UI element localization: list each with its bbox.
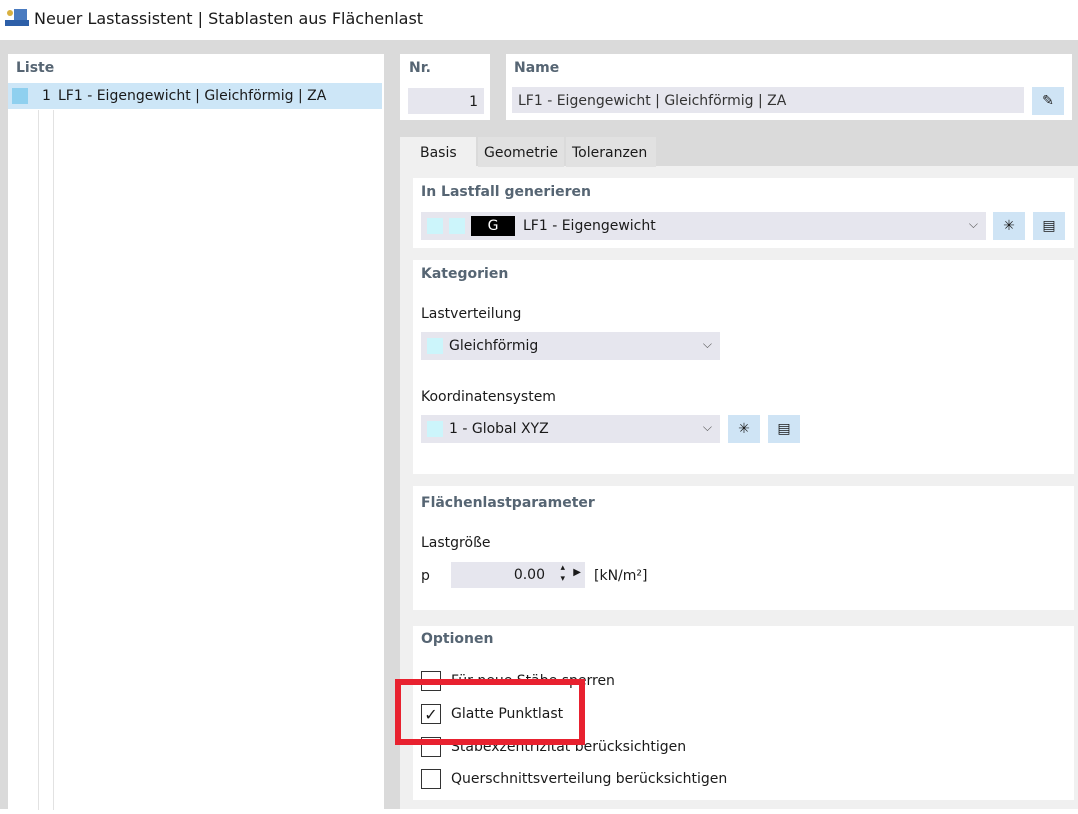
- load-case-value: LF1 - Eigengewicht: [523, 218, 656, 234]
- load-unit: [kN/m²]: [594, 568, 648, 584]
- list-item[interactable]: 1 LF1 - Eigengewicht | Gleichförmig | ZA: [8, 83, 382, 109]
- edit-name-button[interactable]: ✎: [1032, 87, 1064, 115]
- load-value-input[interactable]: 0.00 ▴ ▾ ▶: [451, 562, 585, 588]
- tree-line: [38, 110, 39, 810]
- checkbox[interactable]: [421, 769, 441, 789]
- load-case-dropdown[interactable]: G LF1 - Eigengewicht ⌵: [421, 212, 986, 240]
- edit-coord-button[interactable]: ▤: [768, 415, 800, 443]
- area-load-header: Flächenlastparameter: [421, 495, 595, 511]
- app-icon: [5, 8, 29, 28]
- color-swatch: [427, 421, 443, 437]
- edit-load-case-button[interactable]: ▤: [1033, 212, 1065, 240]
- chevron-down-icon: ⌵: [968, 217, 978, 231]
- action-type-badge: G: [471, 216, 515, 236]
- name-box: Name LF1 - Eigengewicht | Gleichförmig |…: [506, 54, 1072, 120]
- tab-basis[interactable]: Basis: [400, 137, 476, 167]
- distribution-value: Gleichförmig: [449, 338, 539, 354]
- chevron-down-icon: ⌵: [702, 420, 712, 434]
- option-label: Querschnittsverteilung berücksichtigen: [451, 771, 728, 787]
- list-item-number: 1: [42, 88, 51, 104]
- color-swatch: [449, 218, 465, 234]
- coord-dropdown[interactable]: 1 - Global XYZ ⌵: [421, 415, 720, 443]
- load-size-label: Lastgröße: [421, 535, 491, 551]
- categories-header: Kategorien: [421, 266, 509, 282]
- name-label: Name: [514, 60, 560, 76]
- new-icon: ✳: [1003, 218, 1015, 234]
- edit-icon: ✎: [1042, 93, 1054, 109]
- categories-section: Kategorien Lastverteilung Gleichförmig ⌵…: [413, 260, 1074, 474]
- highlight-box: [395, 679, 585, 745]
- tab-toleranzen[interactable]: Toleranzen: [566, 137, 656, 167]
- arrow-right-icon[interactable]: ▶: [573, 567, 581, 578]
- option-section-distribution[interactable]: Querschnittsverteilung berücksichtigen: [421, 769, 727, 789]
- color-swatch: [427, 338, 443, 354]
- window-title: Neuer Lastassistent | Stablasten aus Flä…: [34, 9, 424, 28]
- list-panel: [8, 54, 384, 814]
- edit-icon: ▤: [1042, 218, 1056, 234]
- list-item-label: LF1 - Eigengewicht | Gleichförmig | ZA: [58, 88, 327, 104]
- name-input[interactable]: LF1 - Eigengewicht | Gleichförmig | ZA: [512, 87, 1024, 113]
- nr-box: Nr. 1: [400, 54, 490, 120]
- nr-label: Nr.: [409, 60, 431, 76]
- tree-line: [53, 110, 54, 810]
- load-symbol: p: [421, 568, 430, 584]
- new-coord-button[interactable]: ✳: [728, 415, 760, 443]
- color-swatch: [427, 218, 443, 234]
- distribution-label: Lastverteilung: [421, 306, 522, 322]
- load-case-section: In Lastfall generieren G LF1 - Eigengewi…: [413, 178, 1074, 248]
- list-header: Liste: [16, 60, 55, 76]
- load-value: 0.00: [513, 567, 545, 583]
- coord-value: 1 - Global XYZ: [449, 421, 549, 437]
- nr-input[interactable]: 1: [408, 88, 484, 114]
- load-case-header: In Lastfall generieren: [421, 184, 591, 200]
- new-load-case-button[interactable]: ✳: [993, 212, 1025, 240]
- chevron-down-icon: ⌵: [702, 337, 712, 351]
- area-load-section: Flächenlastparameter Lastgröße p 0.00 ▴ ▾…: [413, 486, 1074, 610]
- options-header: Optionen: [421, 631, 494, 647]
- tab-geometrie[interactable]: Geometrie: [478, 137, 564, 167]
- coord-label: Koordinatensystem: [421, 389, 556, 405]
- title-bar: Neuer Lastassistent | Stablasten aus Flä…: [0, 0, 1078, 40]
- color-swatch: [12, 88, 28, 104]
- new-icon: ✳: [738, 421, 750, 437]
- spinner-icon[interactable]: ▴ ▾: [560, 563, 565, 585]
- edit-icon: ▤: [777, 421, 791, 437]
- distribution-dropdown[interactable]: Gleichförmig ⌵: [421, 332, 720, 360]
